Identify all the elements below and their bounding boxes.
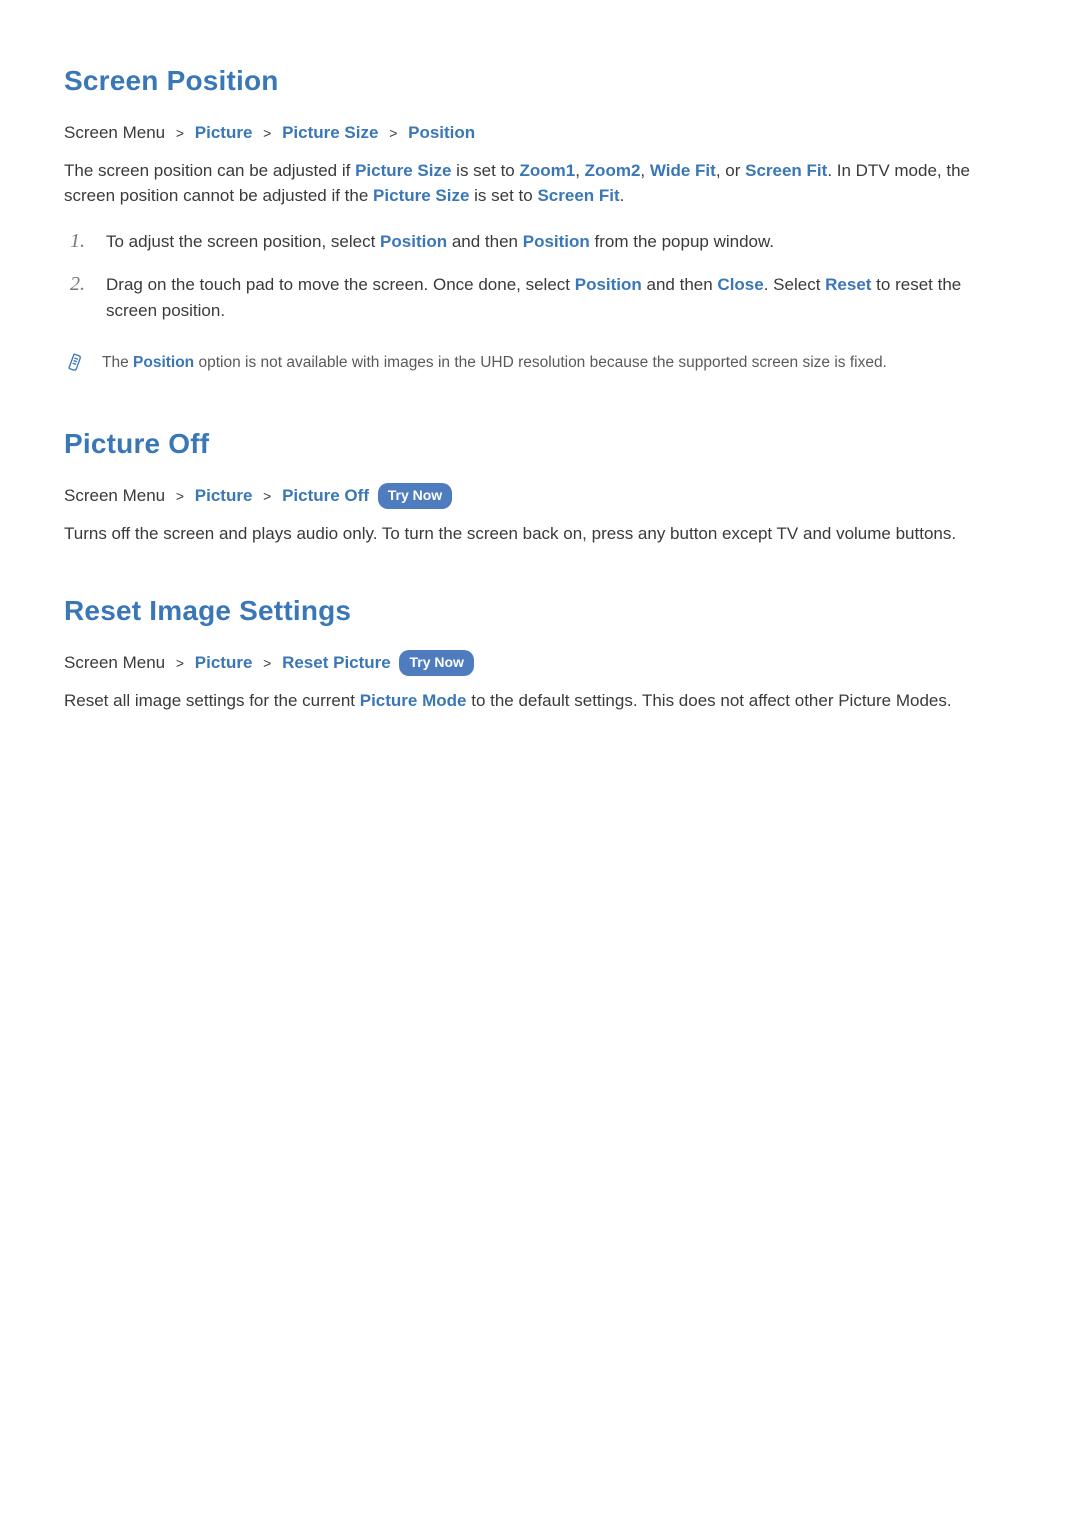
chevron-right-icon: > <box>257 125 277 141</box>
step-number: 2. <box>70 272 88 323</box>
breadcrumb: Screen Menu > Picture > Picture Size > P… <box>64 120 1016 146</box>
text: from the popup window. <box>590 232 774 251</box>
text: . <box>620 186 625 205</box>
try-now-badge[interactable]: Try Now <box>378 483 452 509</box>
breadcrumb-segment: Position <box>408 123 475 142</box>
breadcrumb-segment: Reset Picture <box>282 653 391 672</box>
text: , or <box>716 161 745 180</box>
text: , <box>575 161 584 180</box>
breadcrumb-root: Screen Menu <box>64 123 165 142</box>
chevron-right-icon: > <box>170 488 190 504</box>
term-reset: Reset <box>825 275 871 294</box>
chevron-right-icon: > <box>257 488 277 504</box>
term-close: Close <box>717 275 763 294</box>
chevron-right-icon: > <box>257 655 277 671</box>
paragraph: Reset all image settings for the current… <box>64 688 1016 714</box>
step-number: 1. <box>70 229 88 255</box>
breadcrumb-segment: Picture Size <box>282 123 378 142</box>
try-now-badge[interactable]: Try Now <box>399 650 473 676</box>
breadcrumb-segment: Picture <box>195 486 253 505</box>
document-page: Screen Position Screen Menu > Picture > … <box>0 0 1080 1527</box>
term-position: Position <box>575 275 642 294</box>
heading-picture-off: Picture Off <box>64 423 1016 465</box>
chevron-right-icon: > <box>170 655 190 671</box>
term-picture-mode: Picture Mode <box>360 691 467 710</box>
text: The screen position can be adjusted if <box>64 161 355 180</box>
text: to the default settings. This does not a… <box>467 691 952 710</box>
text: is set to <box>469 186 537 205</box>
breadcrumb-segment: Picture <box>195 123 253 142</box>
term-position: Position <box>133 354 194 371</box>
list-item: 1. To adjust the screen position, select… <box>64 223 1016 267</box>
heading-reset-image-settings: Reset Image Settings <box>64 590 1016 632</box>
breadcrumb: Screen Menu > Picture > Picture Off Try … <box>64 483 1016 509</box>
text: and then <box>447 232 523 251</box>
step-body: Drag on the touch pad to move the screen… <box>106 272 1016 323</box>
text: is set to <box>451 161 519 180</box>
paragraph: Turns off the screen and plays audio onl… <box>64 521 1016 547</box>
breadcrumb-root: Screen Menu <box>64 486 165 505</box>
term-position: Position <box>380 232 447 251</box>
text: option is not available with images in t… <box>194 354 887 371</box>
note-icon <box>68 351 86 379</box>
section-reset-image-settings: Reset Image Settings Screen Menu > Pictu… <box>64 590 1016 714</box>
term-picture-size: Picture Size <box>373 186 469 205</box>
text: , <box>640 161 649 180</box>
chevron-right-icon: > <box>383 125 403 141</box>
text: . Select <box>764 275 825 294</box>
text: To adjust the screen position, select <box>106 232 380 251</box>
term-screen-fit: Screen Fit <box>537 186 619 205</box>
term-zoom2: Zoom2 <box>585 161 641 180</box>
note-text: The Position option is not available wit… <box>102 351 1016 379</box>
term-screen-fit: Screen Fit <box>745 161 827 180</box>
heading-screen-position: Screen Position <box>64 60 1016 102</box>
text: and then <box>642 275 718 294</box>
text: Reset all image settings for the current <box>64 691 360 710</box>
term-wide-fit: Wide Fit <box>650 161 716 180</box>
breadcrumb-segment: Picture Off <box>282 486 369 505</box>
paragraph: The screen position can be adjusted if P… <box>64 158 1016 209</box>
chevron-right-icon: > <box>170 125 190 141</box>
text: The <box>102 354 133 371</box>
list-item: 2. Drag on the touch pad to move the scr… <box>64 266 1016 335</box>
term-picture-size: Picture Size <box>355 161 451 180</box>
note: The Position option is not available wit… <box>64 345 1016 379</box>
breadcrumb-segment: Picture <box>195 653 253 672</box>
section-screen-position: Screen Position Screen Menu > Picture > … <box>64 60 1016 379</box>
ordered-steps: 1. To adjust the screen position, select… <box>64 223 1016 336</box>
section-picture-off: Picture Off Screen Menu > Picture > Pict… <box>64 423 1016 547</box>
step-body: To adjust the screen position, select Po… <box>106 229 1016 255</box>
text: Drag on the touch pad to move the screen… <box>106 275 575 294</box>
term-position: Position <box>523 232 590 251</box>
breadcrumb-root: Screen Menu <box>64 653 165 672</box>
breadcrumb: Screen Menu > Picture > Reset Picture Tr… <box>64 650 1016 676</box>
term-zoom1: Zoom1 <box>519 161 575 180</box>
